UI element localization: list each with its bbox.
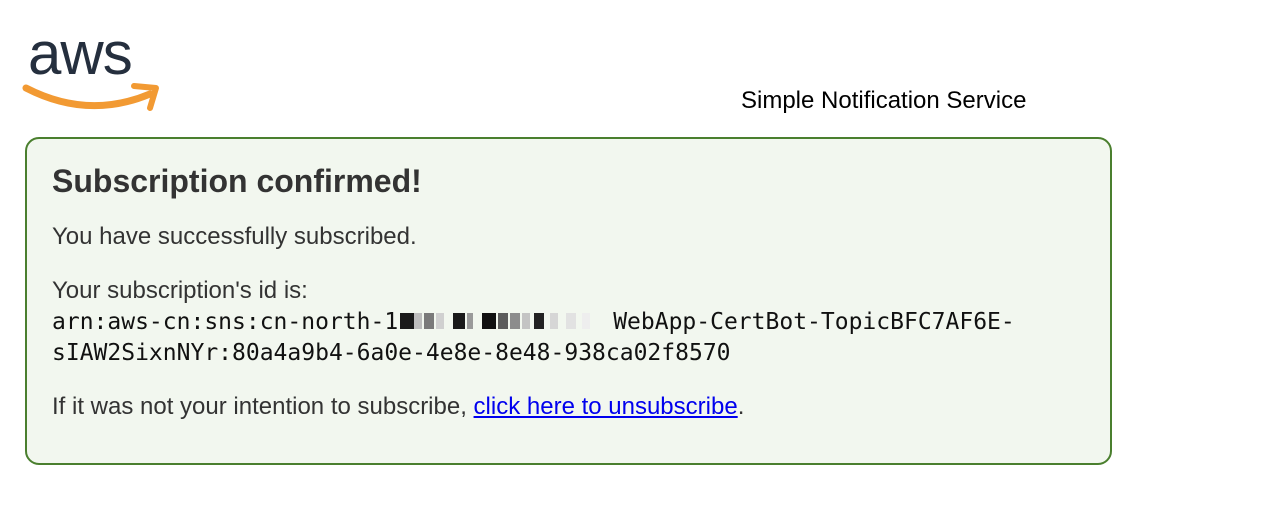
unsubscribe-prefix: If it was not your intention to subscrib… (52, 393, 474, 420)
page-title: Subscription confirmed! (52, 163, 422, 199)
unsubscribe-line: If it was not your intention to subscrib… (52, 393, 744, 421)
unsubscribe-link[interactable]: click here to unsubscribe (474, 393, 738, 420)
arn-prefix: arn:aws-cn:sns:cn-north-1 (52, 309, 399, 335)
unsubscribe-suffix: . (737, 393, 745, 420)
aws-smile-arrow-icon (22, 83, 159, 111)
aws-logo: aws (22, 20, 162, 118)
redacted-account-id (398, 310, 613, 332)
aws-logo-text: aws (28, 20, 133, 87)
subscription-id-label: Your subscription's id is: (52, 277, 308, 304)
confirmation-panel: Subscription confirmed! You have success… (25, 137, 1112, 465)
service-name: Simple Notification Service (741, 87, 1027, 114)
success-message: You have successfully subscribed. (52, 223, 417, 250)
arn-suffix: WebApp-CertBot-TopicBFC7AF6E- (613, 309, 1015, 335)
subscription-arn: arn:aws-cn:sns:cn-north-1 WebApp-CertBot-… (52, 307, 1015, 369)
arn-line-2: sIAW2SixnNYr:80a4a9b4-6a0e-4e8e-8e48-938… (52, 340, 731, 366)
